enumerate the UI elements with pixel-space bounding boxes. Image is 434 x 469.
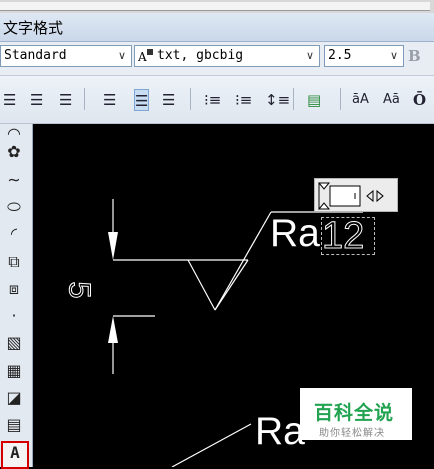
style-value: Standard <box>4 48 67 63</box>
ellipse-arc-icon[interactable]: ◜ <box>4 224 24 244</box>
roughness-label: Ra <box>270 212 320 255</box>
align-right-icon[interactable]: ☰ <box>162 89 175 111</box>
draw-toolbar: ◠ ✿ ∼ ⬭ ◜ ⧉ ⧈ · ▧ ▦ ◪ ▤ A <box>0 124 33 469</box>
insert-field-icon[interactable]: ▤ <box>307 89 321 111</box>
region-icon[interactable]: ◪ <box>4 388 24 408</box>
top-menu-strip <box>0 0 434 13</box>
separator <box>190 88 191 110</box>
separator <box>84 88 85 110</box>
overline-icon[interactable]: Ō <box>413 89 426 111</box>
align-center-icon[interactable]: ☰ <box>134 89 150 111</box>
multiline-text-icon[interactable]: A <box>1 441 29 469</box>
text-format-titlebar: 文字格式 <box>0 13 434 42</box>
center-justify-icon[interactable]: ☰ <box>30 89 43 111</box>
table-icon[interactable]: ▤ <box>4 415 24 435</box>
svg-text:A: A <box>138 50 147 64</box>
gradient-icon[interactable]: ▦ <box>4 361 24 381</box>
separator <box>293 88 294 110</box>
make-block-icon[interactable]: ⧈ <box>4 279 24 299</box>
bullet-list-icon[interactable]: ⁝≡ <box>235 89 252 111</box>
numbered-list-icon[interactable]: ⁝≡ <box>204 89 221 111</box>
chevron-down-icon[interactable]: ∨ <box>115 46 129 66</box>
justify-icon[interactable]: ☰ <box>3 89 16 111</box>
separator <box>340 88 341 110</box>
chevron-down-icon[interactable]: ∨ <box>303 46 317 66</box>
window-title: 文字格式 <box>3 19 64 37</box>
watermark-logo: 百科全说 助你轻松解决 <box>300 388 412 440</box>
text-edit-box[interactable]: 12 <box>321 217 375 256</box>
style-dropdown[interactable]: Standard ∨ <box>0 45 132 67</box>
line-spacing-icon[interactable]: ↕≡ <box>265 89 290 111</box>
font-icon: A <box>138 49 153 64</box>
text-height-value: 2.5 <box>328 48 352 63</box>
font-dropdown[interactable]: A txt, gbcbig ∨ <box>134 45 320 67</box>
right-justify-icon[interactable]: ☰ <box>59 89 72 111</box>
insert-block-icon[interactable]: ⧉ <box>4 252 24 272</box>
cloud-icon[interactable]: ✿ <box>4 142 24 162</box>
roughness-label: Ra <box>255 410 305 453</box>
text-height-dropdown[interactable]: 2.5 ∨ <box>324 45 404 67</box>
point-icon[interactable]: · <box>4 306 24 326</box>
partial-icon[interactable]: ◠ <box>4 124 24 136</box>
bold-button[interactable]: B <box>408 47 430 67</box>
font-value: txt, gbcbig <box>157 48 244 63</box>
watermark-title: 百科全说 <box>314 402 395 424</box>
spline-icon[interactable]: ∼ <box>4 170 24 190</box>
text-ruler-popup[interactable] <box>314 178 398 212</box>
align-left-icon[interactable]: ☰ <box>103 89 116 111</box>
text-format-toolbar-bottom: ☰ ☰ ☰ ☰ ☰ ☰ ⁝≡ ⁝≡ ↕≡ ▤ āA Aā Ō <box>0 76 434 124</box>
indent-marker-icon[interactable] <box>315 179 399 213</box>
hatch-icon[interactable]: ▧ <box>4 333 24 353</box>
subscript-button[interactable]: Aā <box>383 89 400 111</box>
text-format-toolbar-top: Standard ∨ A txt, gbcbig ∨ 2.5 ∨ B <box>0 42 434 76</box>
watermark-subtitle: 助你轻松解决 <box>319 428 385 439</box>
chevron-down-icon[interactable]: ∨ <box>387 46 401 66</box>
ellipse-icon[interactable]: ⬭ <box>4 197 24 217</box>
dimension-text: 5 <box>62 281 98 299</box>
superscript-button[interactable]: āA <box>352 89 369 111</box>
